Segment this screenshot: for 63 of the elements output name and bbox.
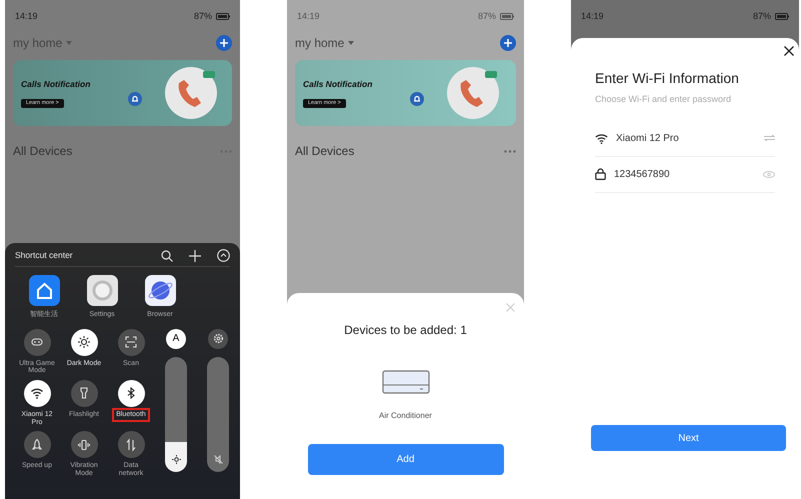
add-button[interactable]: Add	[308, 444, 504, 475]
vibration-icon	[77, 438, 91, 452]
banner-title: Calls Notification	[21, 78, 90, 91]
home-app-icon[interactable]	[28, 275, 60, 306]
toggle-button[interactable]	[70, 380, 98, 407]
toggle-button[interactable]	[70, 431, 98, 458]
section-title: All Devices	[13, 143, 72, 160]
network-field[interactable]: Xiaomi 12 Pro	[595, 120, 775, 156]
battery-icon	[216, 13, 230, 20]
planet-app-icon[interactable]	[144, 275, 176, 306]
panel-title: Shortcut center	[15, 249, 73, 262]
add-icon[interactable]	[189, 250, 201, 262]
auto-brightness-button[interactable]: A	[166, 328, 186, 348]
device-name: Air Conditioner	[379, 410, 432, 422]
sheet-subtitle: Choose Wi-Fi and enter password	[595, 93, 732, 106]
battery-percent: 87%	[752, 10, 771, 23]
brightness-icon	[172, 454, 180, 464]
search-icon[interactable]	[161, 250, 173, 262]
phone-handset-drawing	[163, 65, 219, 121]
collapse-icon[interactable]	[217, 249, 230, 262]
lock-icon	[595, 168, 606, 180]
dropdown-caret-icon	[66, 41, 72, 45]
sheet-title: Devices to be added: 1	[344, 322, 467, 339]
bell-icon	[410, 92, 424, 106]
phone-handset-drawing	[445, 65, 501, 121]
next-button[interactable]: Next	[591, 425, 786, 451]
slider-track[interactable]	[207, 356, 229, 472]
status-time: 14:19	[15, 10, 38, 23]
toggle-button[interactable]	[118, 380, 144, 407]
switch-arrows-icon[interactable]	[764, 135, 775, 141]
settings-icon	[212, 333, 224, 344]
up-down-arrows-icon	[124, 438, 138, 452]
home-title[interactable]: my home	[295, 34, 344, 52]
bell-icon	[128, 92, 142, 106]
toggle-button[interactable]	[70, 328, 98, 356]
toggle-button[interactable]	[118, 328, 144, 356]
wifi-icon	[30, 386, 44, 400]
toggle-button[interactable]	[24, 328, 50, 356]
rocket-icon	[30, 438, 44, 452]
dropdown-caret-icon	[348, 41, 354, 45]
section-title: All Devices	[295, 143, 354, 160]
sun-icon	[77, 335, 91, 349]
add-icon[interactable]	[216, 35, 232, 51]
slider-track[interactable]	[165, 356, 187, 472]
wifi-icon	[595, 132, 608, 144]
battery-icon	[500, 13, 514, 20]
status-time: 14:19	[581, 10, 604, 23]
add-icon[interactable]	[500, 35, 516, 51]
status-time: 14:19	[297, 10, 320, 23]
scan-icon	[124, 335, 138, 349]
close-icon[interactable]	[784, 46, 794, 56]
battery-percent: 87%	[194, 10, 212, 23]
sheet-title: Enter Wi-Fi Information	[595, 69, 740, 88]
mute-icon	[214, 454, 222, 464]
password-field[interactable]: 1234567890	[595, 156, 775, 192]
battery-icon	[775, 13, 789, 20]
toggle-button[interactable]	[24, 431, 50, 458]
air-conditioner-icon	[382, 370, 430, 394]
battery-percent: 87%	[478, 10, 496, 23]
banner-title: Calls Notification	[303, 78, 372, 91]
settings-button[interactable]	[208, 328, 228, 348]
toggle-button[interactable]	[118, 431, 144, 458]
toggle-button[interactable]	[24, 380, 50, 407]
